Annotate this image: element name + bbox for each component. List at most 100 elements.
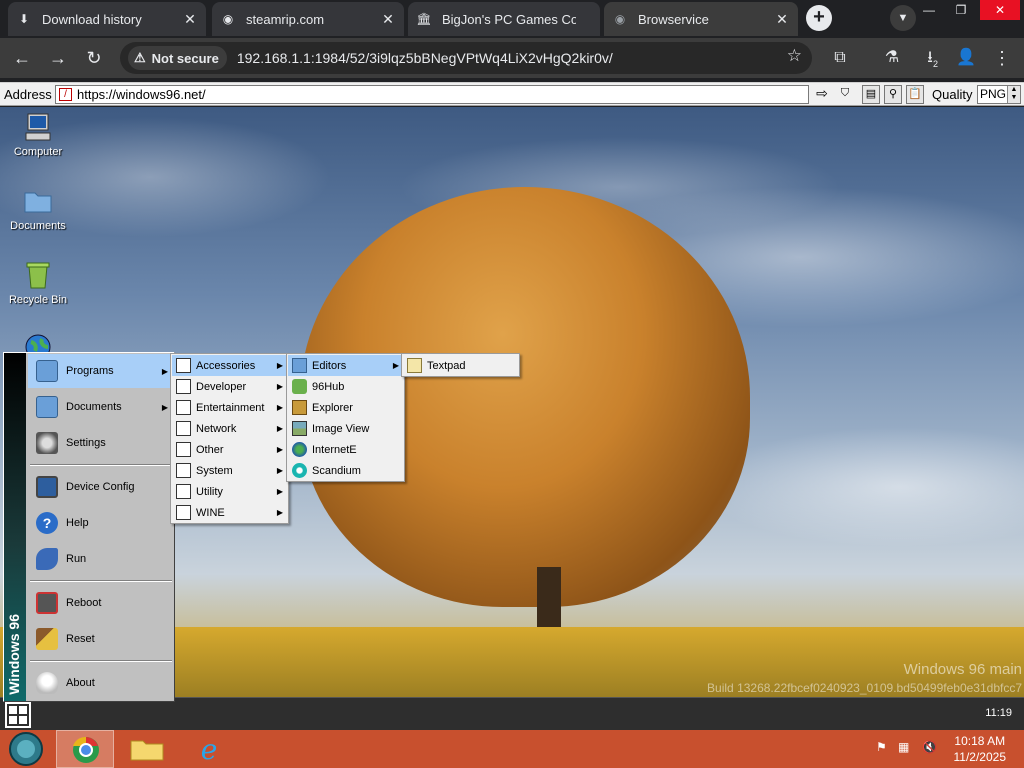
recycle-bin-icon: [22, 259, 54, 291]
volume-muted-icon[interactable]: 🔇: [922, 740, 937, 754]
start-item-run[interactable]: Run: [28, 542, 174, 576]
back-button[interactable]: ←: [10, 46, 34, 70]
url-text[interactable]: 192.168.1.1:1984/52/3i9lqz5bBNegVPtWq4Li…: [237, 50, 613, 66]
close-icon[interactable]: ✕: [182, 11, 198, 27]
menu-item-utility[interactable]: Utility ▶: [172, 481, 287, 502]
program-group-icon: [176, 463, 191, 478]
start-item-device-config[interactable]: Device Config: [28, 470, 174, 504]
menu-item-developer[interactable]: Developer ▶: [172, 376, 287, 397]
tab-download-history[interactable]: ⬇ Download history ✕: [8, 2, 206, 36]
host-start-button[interactable]: [0, 730, 58, 768]
start-item-help[interactable]: ? Help: [28, 506, 174, 540]
go-arrow-icon[interactable]: ⇨: [813, 85, 831, 104]
svg-text:e: e: [201, 733, 218, 766]
program-group-icon: [176, 505, 191, 520]
menu-item-network[interactable]: Network ▶: [172, 418, 287, 439]
broom-icon: [36, 628, 58, 650]
globe-icon: [292, 442, 307, 457]
restore-button[interactable]: ❐: [946, 0, 976, 20]
menu-item-image-view[interactable]: Image View: [288, 418, 403, 439]
computer-icon: [22, 111, 54, 143]
desktop-icon-computer[interactable]: Computer: [4, 111, 72, 158]
bookmark-star-icon[interactable]: ☆: [787, 46, 802, 66]
browservice-bar: Address / https://windows96.net/ ⇨ ⛉ ▤ ⚲…: [0, 82, 1024, 106]
menu-item-explorer[interactable]: Explorer: [288, 397, 403, 418]
omnibox[interactable]: ⚠ Not secure 192.168.1.1:1984/52/3i9lqz5…: [120, 42, 812, 74]
action-center-flag-icon[interactable]: ⚑: [876, 740, 887, 754]
lightbulb-icon: [36, 672, 58, 694]
menu-item-other[interactable]: Other ▶: [172, 439, 287, 460]
folder-icon: [292, 358, 307, 373]
profile-icon[interactable]: 👤: [954, 46, 978, 70]
menu-item-textpad[interactable]: Textpad: [403, 355, 518, 376]
start-item-about[interactable]: About: [28, 666, 174, 700]
bookmark-icon[interactable]: ⛉: [836, 85, 854, 104]
warning-icon: ⚠: [134, 50, 146, 65]
close-icon[interactable]: ✕: [774, 11, 790, 27]
menu-item-entertainment[interactable]: Entertainment ▶: [172, 397, 287, 418]
internet-explorer-icon: e: [201, 733, 218, 766]
image-icon: [292, 421, 307, 436]
program-group-icon: [176, 400, 191, 415]
address-label: Address: [4, 87, 52, 102]
start-menu: Windows 96 Programs ▶ Documents ▶ Settings…: [3, 352, 175, 702]
desktop-icon-recycle-bin[interactable]: Recycle Bin: [4, 259, 72, 306]
network-icon[interactable]: ▦: [898, 740, 909, 754]
address-input[interactable]: / https://windows96.net/: [55, 85, 809, 104]
start-item-documents[interactable]: Documents ▶: [28, 390, 174, 424]
textpad-icon: [407, 358, 422, 373]
start-item-programs[interactable]: Programs ▶: [28, 354, 174, 388]
folder-icon: [22, 185, 54, 217]
bookmarks-list-icon[interactable]: ▤: [862, 85, 880, 104]
menu-icon[interactable]: ⋮: [990, 46, 1014, 70]
clipboard-icon[interactable]: 📋: [906, 85, 924, 104]
windows96-page[interactable]: Windows 96 main Build 13268.22fbcef02409…: [0, 107, 1024, 730]
security-chip[interactable]: ⚠ Not secure: [128, 46, 227, 70]
globe-icon: ◉: [614, 12, 626, 26]
close-window-button[interactable]: ✕: [980, 0, 1020, 20]
labs-flask-icon[interactable]: ⚗: [880, 46, 904, 70]
close-icon[interactable]: ✕: [380, 11, 396, 27]
downloads-icon[interactable]: ⭳ 2: [918, 46, 942, 70]
menu-item-accessories[interactable]: Accessories ▶: [172, 355, 287, 376]
start-item-settings[interactable]: Settings: [28, 426, 174, 460]
taskbar-internet-explorer[interactable]: e: [180, 730, 238, 768]
minimize-button[interactable]: —: [914, 0, 944, 20]
menu-item-96hub[interactable]: 96Hub: [288, 376, 403, 397]
folder-icon: [36, 360, 58, 382]
reload-button[interactable]: ↻: [82, 46, 106, 70]
menu-item-wine[interactable]: WINE ▶: [172, 502, 287, 523]
start-item-reset[interactable]: Reset: [28, 622, 174, 656]
spinner-icon[interactable]: ▲ ▼: [1007, 86, 1020, 103]
forward-button[interactable]: →: [46, 46, 70, 70]
scandium-icon: [292, 463, 307, 478]
tab-search-button[interactable]: ▼: [890, 5, 916, 31]
program-group-icon: [176, 442, 191, 457]
desktop-icon-documents[interactable]: Documents: [4, 185, 72, 232]
start-item-reboot[interactable]: Reboot: [28, 586, 174, 620]
download-icon: ⬇: [18, 12, 30, 26]
folder-icon: [130, 740, 164, 761]
w96-start-button[interactable]: [5, 702, 31, 728]
tab-steamrip[interactable]: ◉ steamrip.com ✕: [212, 2, 404, 36]
monitor-icon: [36, 476, 58, 498]
program-group-icon: [176, 358, 191, 373]
w96-clock: 11:19: [985, 707, 1012, 719]
programs-submenu: Accessories ▶ Developer ▶ Entertainment ▶ N…: [170, 353, 289, 524]
menu-item-internete[interactable]: InternetE: [288, 439, 403, 460]
new-tab-button[interactable]: +: [806, 5, 832, 31]
menu-item-scandium[interactable]: Scandium: [288, 460, 403, 481]
host-taskbar: e ⚑ ▦ 🔇 10:18 AM 11/2/2025: [0, 730, 1024, 768]
tab-browservice[interactable]: ◉ Browservice ✕: [604, 2, 798, 36]
menu-item-system[interactable]: System ▶: [172, 460, 287, 481]
editors-submenu: Textpad: [401, 353, 520, 377]
taskbar-file-explorer[interactable]: [118, 730, 176, 768]
separator: [30, 464, 172, 466]
extensions-icon[interactable]: ⧉: [828, 46, 852, 70]
find-icon[interactable]: ⚲: [884, 85, 902, 104]
host-clock[interactable]: 10:18 AM 11/2/2025: [954, 733, 1007, 765]
taskbar-chrome[interactable]: [56, 730, 114, 768]
tab-bigjon[interactable]: 🏛 BigJon's PC Games Coll ✕: [408, 2, 600, 36]
menu-item-editors[interactable]: Editors ▶: [288, 355, 403, 376]
quality-select[interactable]: PNG ▲ ▼: [977, 85, 1021, 104]
